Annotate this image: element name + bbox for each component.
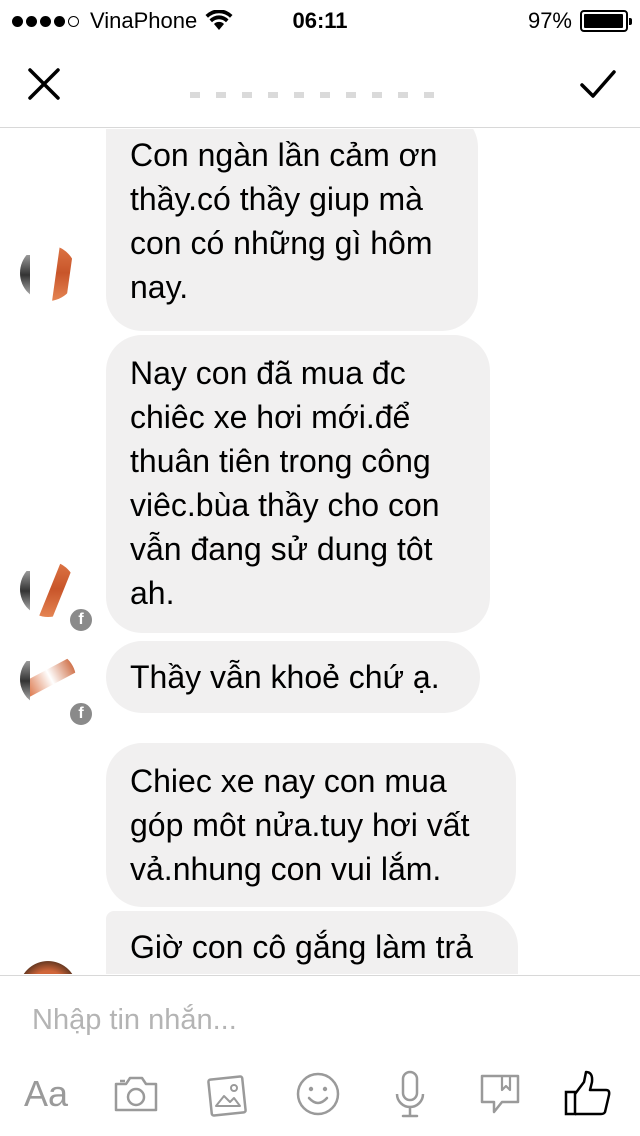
message-bubble[interactable]: Thầy vẫn khoẻ chứ ạ. (106, 641, 480, 713)
emoji-icon[interactable] (290, 1066, 346, 1122)
facebook-badge-icon: f (68, 701, 94, 727)
message-text: Con ngàn lần cảm ơn thầy.có thầy giup mà… (130, 137, 438, 305)
message-list[interactable]: Con ngàn lần cảm ơn thầy.có thầy giup mà… (0, 129, 640, 974)
sender-avatar[interactable] (20, 651, 76, 707)
message-text: Thầy vẫn khoẻ chứ ạ. (130, 659, 440, 695)
message-bubble[interactable]: Chiec xe nay con mua góp môt nửa.tuy hơi… (106, 743, 516, 907)
carrier-name: VinaPhone (90, 8, 198, 33)
status-left: VinaPhone (12, 8, 233, 34)
status-right: 97% (527, 8, 632, 34)
message-text: Giờ con cô gắng làm trả (130, 929, 473, 965)
sticker-icon[interactable] (472, 1066, 528, 1122)
checkmark-icon[interactable] (578, 64, 618, 104)
conversation-title (186, 70, 450, 100)
photo-gallery-icon[interactable] (200, 1066, 256, 1122)
close-icon[interactable] (24, 64, 64, 104)
battery-icon (580, 10, 632, 32)
nav-bar (0, 40, 640, 128)
sender-avatar[interactable] (20, 245, 76, 301)
sender-avatar[interactable] (20, 951, 76, 974)
microphone-icon[interactable] (382, 1066, 438, 1122)
message-bubble[interactable]: Nay con đã mua đc chiêc xe hơi mới.để th… (106, 335, 490, 633)
message-text: Nay con đã mua đc chiêc xe hơi mới.để th… (130, 355, 440, 611)
text-format-button[interactable]: Aa (18, 1066, 74, 1122)
composer: Aa (0, 975, 640, 1136)
message-input[interactable] (32, 998, 612, 1042)
redacted-name (190, 92, 444, 98)
camera-icon[interactable] (108, 1066, 164, 1122)
message-text: Chiec xe nay con mua góp môt nửa.tuy hơi… (130, 763, 470, 887)
signal-strength-icon (12, 15, 82, 27)
battery-fill (584, 14, 623, 28)
sender-avatar[interactable] (20, 561, 76, 617)
status-bar: VinaPhone 06:11 97% (0, 0, 640, 40)
wifi-icon (205, 10, 233, 30)
battery-percent: 97% (527, 8, 572, 33)
message-bubble[interactable]: Giờ con cô gắng làm trả (106, 911, 518, 974)
like-thumbs-up-icon[interactable] (560, 1066, 616, 1122)
facebook-badge-icon: f (68, 607, 94, 633)
message-bubble[interactable]: Con ngàn lần cảm ơn thầy.có thầy giup mà… (106, 129, 478, 331)
composer-toolbar: Aa (0, 1066, 640, 1122)
